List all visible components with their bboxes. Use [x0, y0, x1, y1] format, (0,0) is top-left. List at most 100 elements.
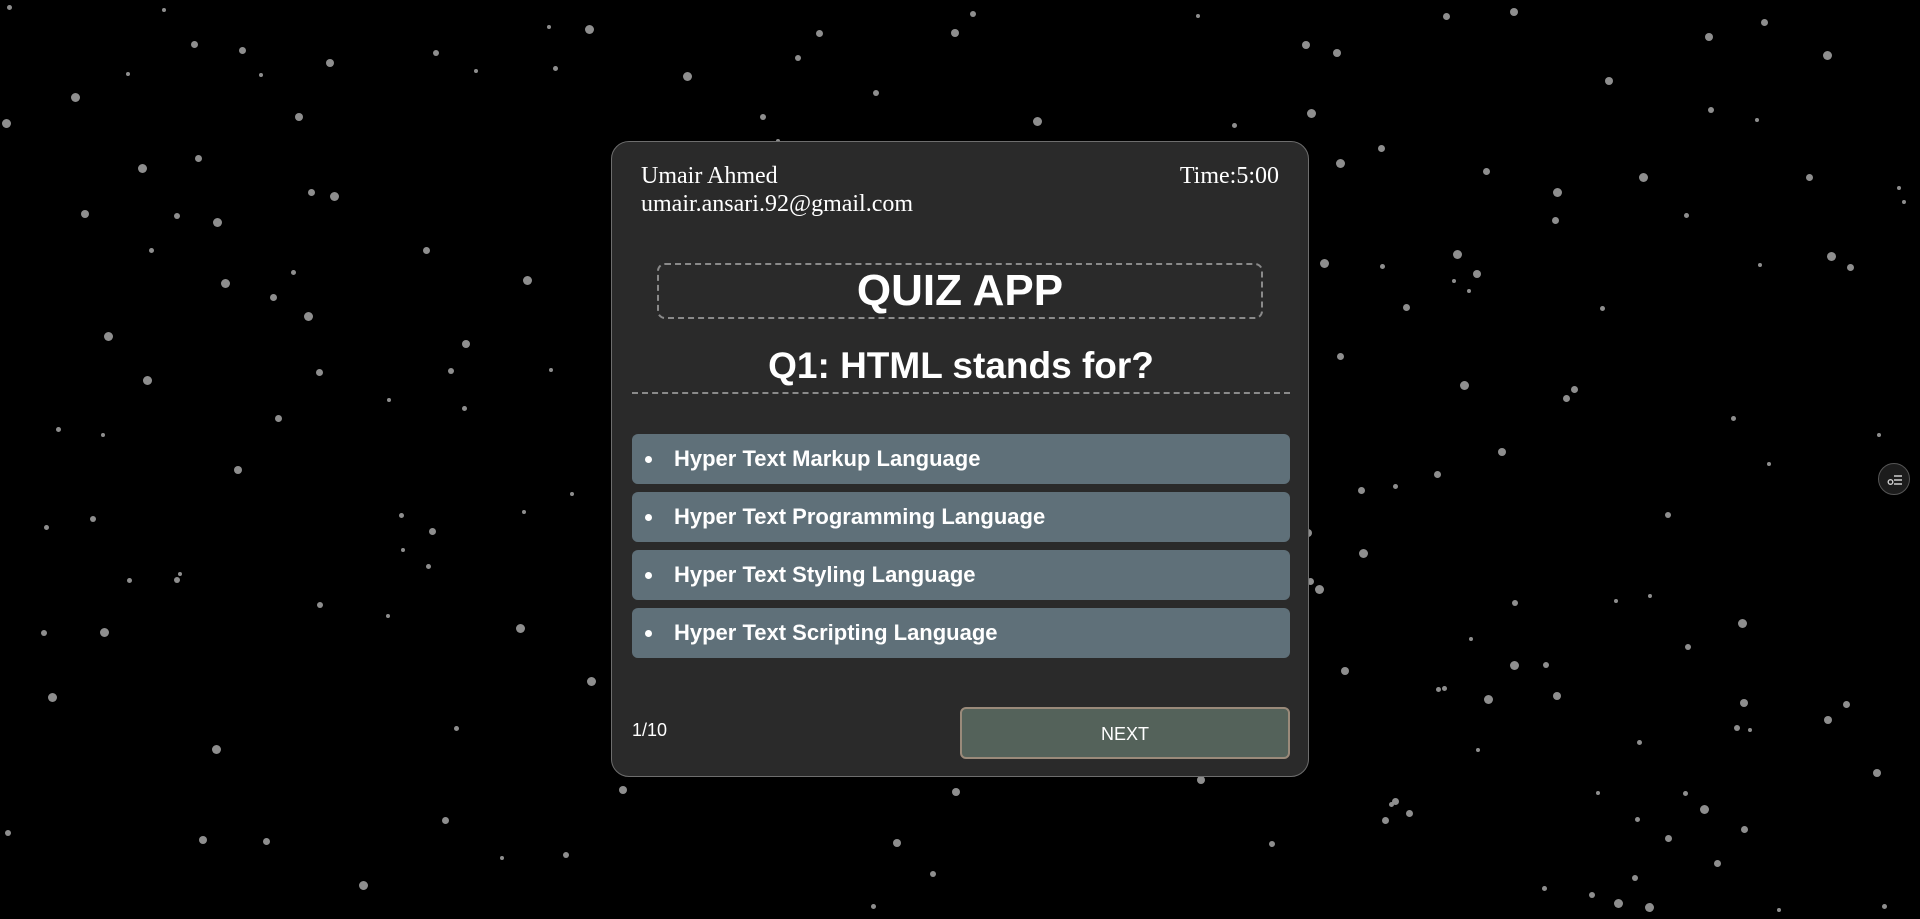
star: [81, 210, 89, 218]
star: [1469, 637, 1473, 641]
star: [760, 114, 766, 120]
star: [1571, 386, 1578, 393]
star: [1382, 817, 1389, 824]
star: [585, 25, 594, 34]
star: [1498, 448, 1506, 456]
star: [1196, 14, 1200, 18]
star: [1614, 899, 1623, 908]
star: [1731, 416, 1736, 421]
star: [1902, 200, 1906, 204]
star: [1877, 433, 1881, 437]
star: [1553, 188, 1562, 197]
star: [304, 312, 313, 321]
star: [149, 248, 154, 253]
star: [41, 630, 47, 636]
star: [1436, 687, 1441, 692]
star: [1897, 186, 1901, 190]
star: [1589, 892, 1595, 898]
star: [330, 192, 339, 201]
answer-option-label: Hyper Text Programming Language: [674, 504, 1046, 529]
star: [816, 30, 823, 37]
star: [1563, 395, 1570, 402]
star: [5, 830, 11, 836]
star: [1639, 173, 1648, 182]
app-title: QUIZ APP: [657, 263, 1263, 319]
star: [1337, 353, 1344, 360]
answer-option[interactable]: Hyper Text Styling Language: [632, 550, 1290, 600]
star: [239, 47, 246, 54]
star: [1700, 805, 1709, 814]
star: [1684, 213, 1689, 218]
star: [212, 745, 221, 754]
star: [127, 578, 132, 583]
star: [1738, 619, 1747, 628]
star: [1359, 549, 1368, 558]
star: [1443, 13, 1450, 20]
star: [462, 406, 467, 411]
star: [1197, 776, 1205, 784]
star: [1483, 168, 1490, 175]
star: [1389, 802, 1394, 807]
star: [683, 72, 692, 81]
star: [1827, 252, 1836, 261]
star: [191, 41, 198, 48]
star: [1596, 791, 1600, 795]
star: [1406, 810, 1413, 817]
star: [951, 29, 959, 37]
star: [516, 624, 525, 633]
settings-sliders-icon: [1887, 475, 1902, 485]
star: [522, 510, 526, 514]
star: [1748, 728, 1752, 732]
star: [1378, 145, 1385, 152]
star: [101, 433, 105, 437]
star: [930, 871, 936, 877]
star: [1320, 259, 1329, 268]
star: [2, 119, 11, 128]
star: [570, 492, 574, 496]
star: [213, 218, 222, 227]
star: [178, 572, 182, 576]
star: [1685, 644, 1691, 650]
star: [1823, 51, 1832, 60]
star: [1708, 107, 1714, 113]
star: [174, 213, 180, 219]
star: [1665, 512, 1671, 518]
star: [1714, 860, 1721, 867]
answer-option[interactable]: Hyper Text Markup Language: [632, 434, 1290, 484]
star: [295, 113, 303, 121]
timer: Time:5:00: [1179, 163, 1279, 189]
star: [1302, 41, 1310, 49]
star: [162, 8, 166, 12]
star: [1605, 77, 1613, 85]
star: [1873, 769, 1881, 777]
star: [401, 548, 405, 552]
star: [429, 528, 436, 535]
star: [1683, 791, 1688, 796]
next-button[interactable]: NEXT: [960, 707, 1290, 759]
star: [549, 368, 553, 372]
star: [1393, 484, 1398, 489]
side-settings-button[interactable]: [1878, 463, 1910, 495]
star: [1882, 904, 1887, 909]
star: [221, 279, 230, 288]
star: [553, 66, 558, 71]
star: [448, 368, 454, 374]
answer-option-label: Hyper Text Scripting Language: [674, 620, 998, 645]
answer-option[interactable]: Hyper Text Scripting Language: [632, 608, 1290, 658]
star: [1648, 594, 1652, 598]
question-text: Q1: HTML stands for?: [632, 342, 1290, 394]
quiz-card: Umair Ahmed umair.ansari.92@gmail.com Ti…: [611, 141, 1309, 777]
star: [1767, 462, 1771, 466]
star: [1777, 908, 1781, 912]
star: [1635, 817, 1640, 822]
user-email: umair.ansari.92@gmail.com: [641, 191, 914, 217]
star: [291, 270, 296, 275]
star: [423, 247, 430, 254]
star: [619, 786, 627, 794]
star: [1510, 661, 1519, 670]
star: [1380, 264, 1385, 269]
star: [199, 836, 207, 844]
star: [1824, 716, 1832, 724]
star: [426, 564, 431, 569]
answer-option[interactable]: Hyper Text Programming Language: [632, 492, 1290, 542]
